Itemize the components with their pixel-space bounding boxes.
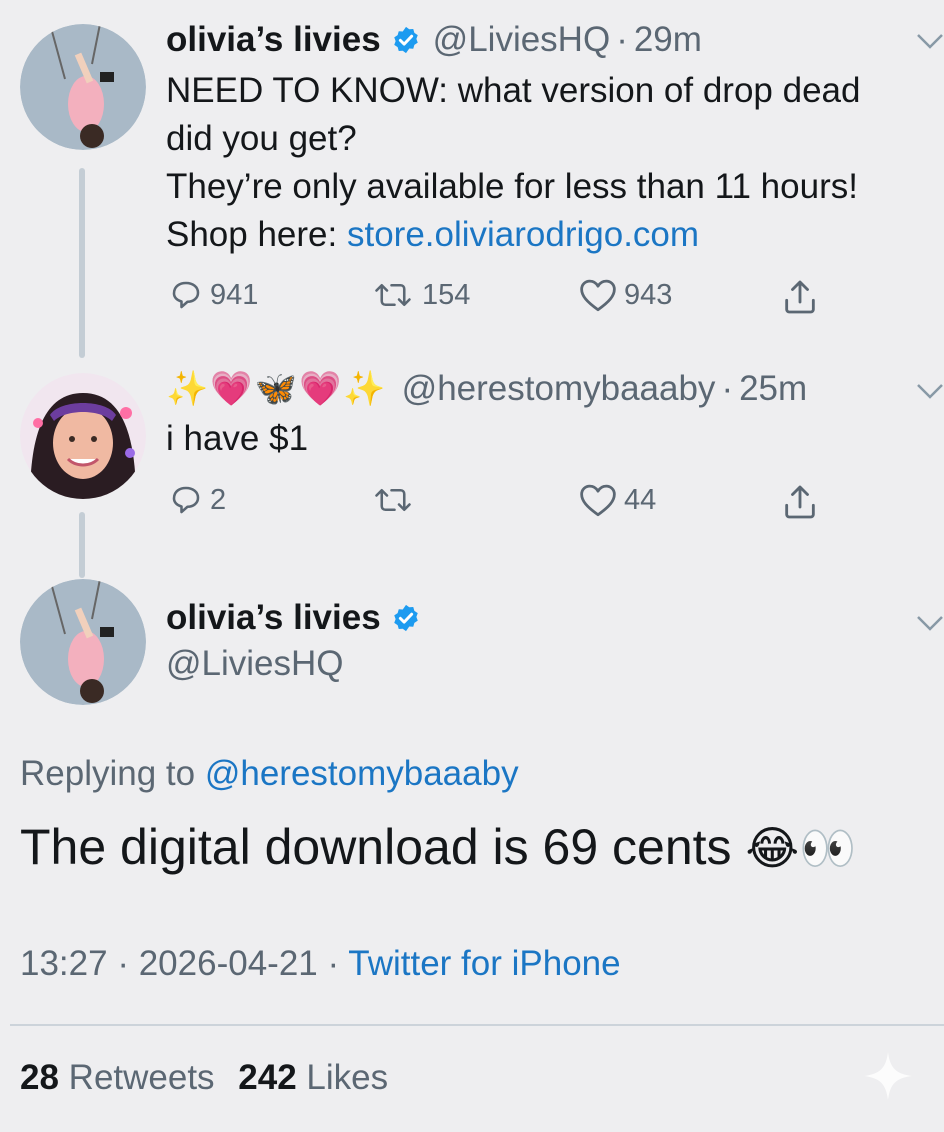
- avatar[interactable]: [20, 24, 146, 150]
- thread-line: [79, 512, 85, 578]
- like-button[interactable]: 943: [578, 277, 672, 313]
- reply-icon: [172, 281, 200, 309]
- heart-icon: [580, 484, 616, 517]
- engagement-stats: 28 Retweets 242 Likes: [20, 1058, 388, 1098]
- replying-handle[interactable]: @herestomybaaaby: [205, 754, 519, 793]
- tweet-header: ✨💗🦋💗✨ @herestomybaaaby · 25m: [166, 366, 807, 412]
- chevron-down-icon[interactable]: [916, 382, 944, 400]
- reply-icon: [172, 486, 200, 514]
- tweet-text-line: did you get?: [166, 119, 357, 158]
- tweet-text-line: Shop here: store.oliviarodrigo.com: [166, 211, 860, 259]
- sparkle-icon: [864, 1052, 912, 1100]
- verified-badge-icon: [393, 604, 418, 632]
- replying-to: Replying to @herestomybaaaby: [20, 754, 519, 794]
- tweet-meta: 13:27 · 2026-04-21 · Twitter for iPhone: [20, 944, 621, 984]
- retweet-button[interactable]: [370, 482, 422, 518]
- chevron-down-icon[interactable]: [916, 32, 944, 50]
- retweet-button[interactable]: 154: [370, 277, 470, 313]
- shop-link[interactable]: store.oliviarodrigo.com: [347, 215, 699, 254]
- handle[interactable]: @herestomybaaaby: [402, 369, 716, 409]
- separator: ·: [117, 944, 129, 983]
- retweet-icon: [375, 488, 411, 512]
- like-button[interactable]: 44: [578, 482, 656, 518]
- separator: ·: [327, 944, 340, 983]
- thread-line: [79, 168, 85, 358]
- heart-icon: [580, 279, 616, 312]
- retweet-icon: [375, 283, 411, 307]
- divider: [10, 1024, 944, 1026]
- share-icon: [785, 485, 815, 519]
- like-label: Likes: [296, 1058, 389, 1097]
- separator: ·: [721, 369, 734, 408]
- reply-count: 941: [210, 278, 259, 311]
- retweet-label: Retweets: [58, 1058, 215, 1097]
- reply-count: 2: [210, 483, 227, 516]
- tweet-text: NEED TO KNOW: what version of drop dead …: [166, 67, 860, 259]
- tweet-header: olivia’s livies @LiviesHQ · 29m: [166, 18, 702, 62]
- display-name[interactable]: olivia’s livies: [166, 598, 381, 638]
- handle[interactable]: @LiviesHQ: [166, 644, 344, 684]
- tweet-text-line: NEED TO KNOW: what version of drop dead: [166, 71, 861, 110]
- tweet-time: 13:27: [20, 944, 108, 983]
- timestamp[interactable]: 25m: [739, 369, 807, 409]
- main-tweet-text-body: The digital download is 69 cents: [20, 819, 746, 875]
- timestamp[interactable]: 29m: [634, 20, 702, 60]
- tweet-text-line: They’re only available for less than 11 …: [166, 167, 858, 206]
- main-tweet-emoji: 😂👀: [745, 822, 857, 874]
- chevron-down-icon[interactable]: [916, 614, 944, 632]
- avatar[interactable]: [20, 579, 146, 705]
- share-button[interactable]: [780, 482, 826, 522]
- share-button[interactable]: [780, 277, 826, 317]
- tweet-source[interactable]: Twitter for iPhone: [348, 944, 620, 983]
- share-icon: [785, 280, 815, 314]
- retweets-stat[interactable]: 28 Retweets: [20, 1058, 215, 1097]
- like-total: 242: [238, 1058, 297, 1097]
- replying-prefix: Replying to: [20, 754, 205, 793]
- main-tweet-text: The digital download is 69 cents 😂👀: [20, 818, 856, 876]
- retweet-total: 28: [20, 1058, 59, 1097]
- verified-badge-icon: [393, 26, 418, 54]
- reply-button[interactable]: 2: [168, 482, 226, 518]
- tweet-header: olivia’s livies: [166, 596, 433, 640]
- avatar-image: [20, 579, 146, 705]
- separator: ·: [616, 20, 628, 59]
- reply-button[interactable]: 941: [168, 277, 258, 313]
- display-name[interactable]: olivia’s livies: [166, 20, 381, 60]
- avatar-image: [20, 373, 146, 499]
- handle[interactable]: @LiviesHQ: [433, 20, 611, 60]
- display-name[interactable]: ✨💗🦋💗✨: [166, 369, 388, 409]
- tweet-text: i have $1: [166, 419, 309, 458]
- avatar-image: [20, 24, 146, 150]
- likes-stat[interactable]: 242 Likes: [238, 1058, 388, 1097]
- tweet-date: 2026-04-21: [138, 944, 318, 983]
- avatar[interactable]: [20, 373, 146, 499]
- retweet-count: 154: [422, 278, 471, 311]
- like-count: 943: [624, 278, 673, 311]
- like-count: 44: [624, 483, 657, 516]
- shop-prefix: Shop here:: [166, 215, 347, 254]
